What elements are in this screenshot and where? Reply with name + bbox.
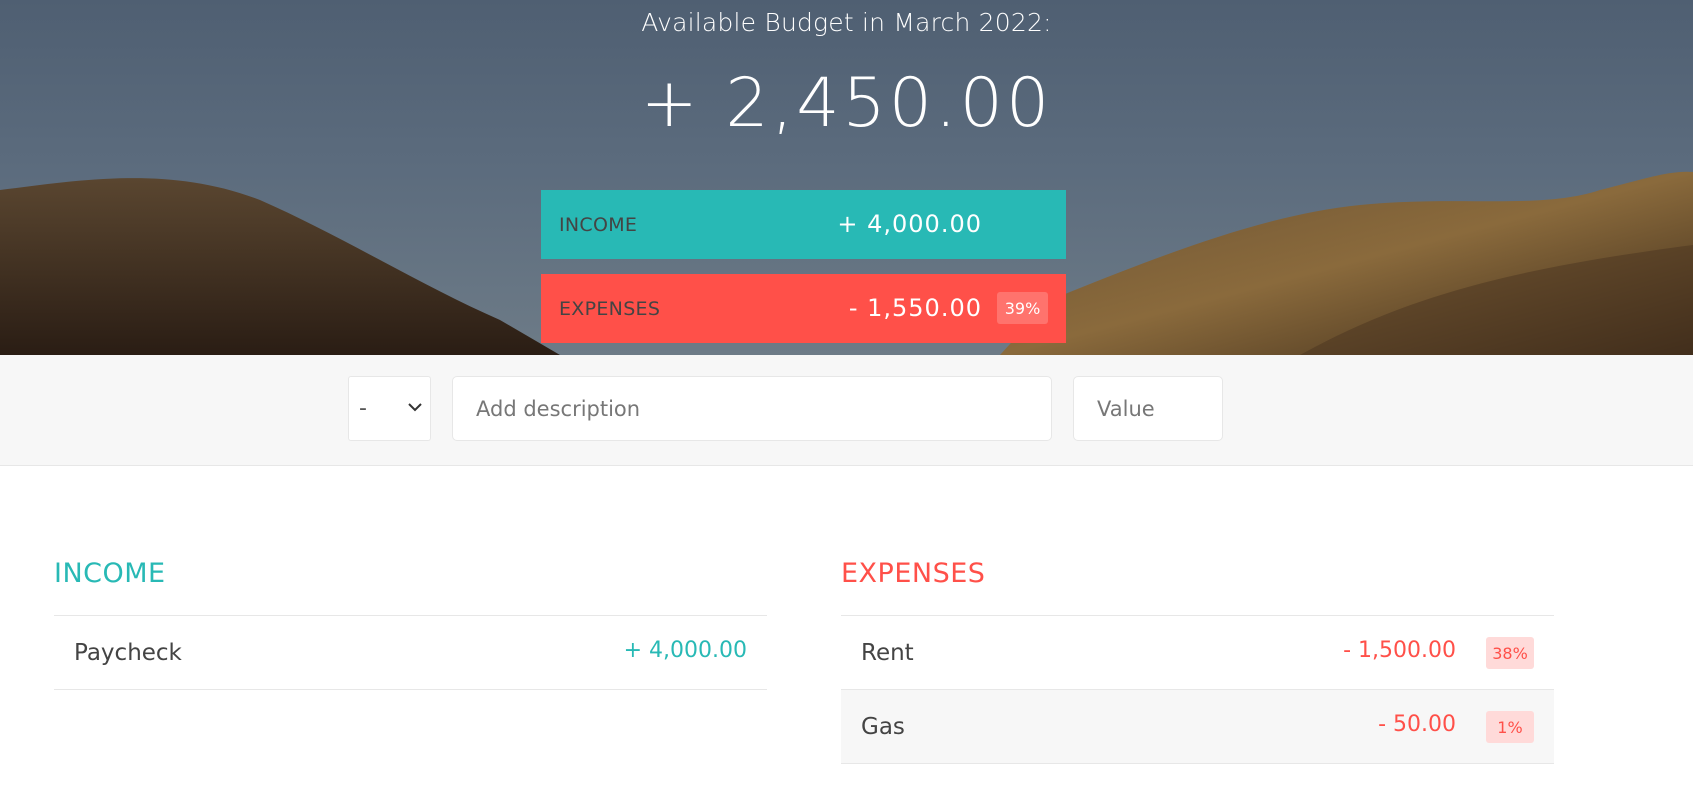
budget-value: + 2,450.00 [640,64,1053,143]
income-item-value: + 4,000.00 [623,638,747,663]
expenses-list-title: EXPENSES [841,558,986,589]
budget-title: Available Budget in March 2022: [641,8,1052,37]
income-item-description: Paycheck [74,639,182,666]
value-input[interactable] [1073,376,1223,441]
expenses-summary: EXPENSES - 1,550.00 39% [541,274,1066,343]
expense-item-description: Gas [861,713,905,740]
income-summary-value: + 4,000.00 [837,210,982,238]
chevron-down-icon [408,403,422,412]
type-select[interactable]: - [348,376,431,441]
add-item-bar: - [0,355,1693,466]
expense-item-percentage: 38% [1486,637,1534,669]
expense-item-percentage: 1% [1486,711,1534,743]
expense-item-value: - 50.00 [1378,712,1456,737]
expenses-list: EXPENSES Rent - 1,500.00 38% Gas - 50.00… [841,555,1554,764]
type-select-value: - [359,396,367,421]
income-summary-label: INCOME [559,213,638,236]
expenses-summary-value: - 1,550.00 [848,294,982,322]
expense-item-description: Rent [861,639,914,666]
expenses-percentage-badge: 39% [997,292,1048,324]
expense-item-value: - 1,500.00 [1343,638,1456,663]
budget-header: Available Budget in March 2022: + 2,450.… [0,0,1693,355]
income-list-title: INCOME [54,558,166,589]
expenses-summary-label: EXPENSES [559,297,661,320]
expense-item[interactable]: Rent - 1,500.00 38% [841,616,1554,690]
description-input[interactable] [452,376,1052,441]
income-item[interactable]: Paycheck + 4,000.00 [54,616,767,690]
expense-item[interactable]: Gas - 50.00 1% [841,690,1554,764]
income-list: INCOME Paycheck + 4,000.00 [54,555,767,690]
income-summary: INCOME + 4,000.00 [541,190,1066,259]
